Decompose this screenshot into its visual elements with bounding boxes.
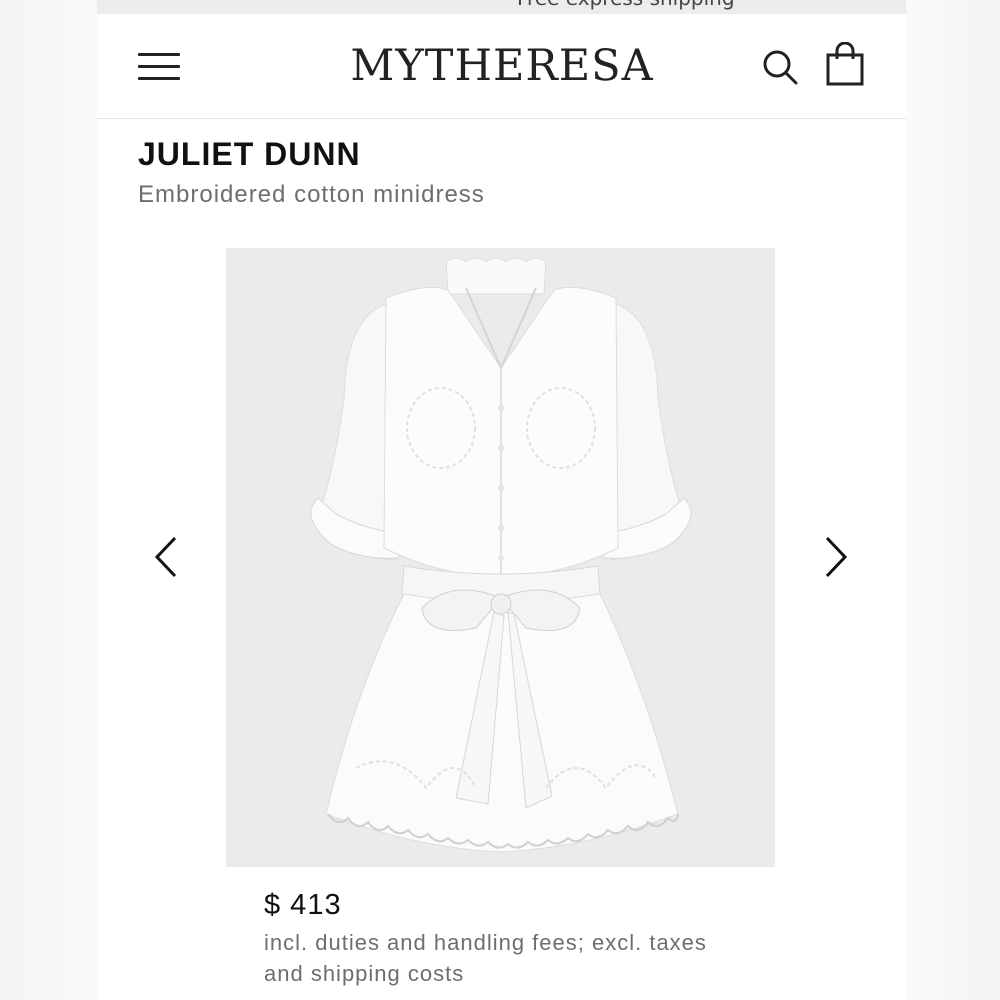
product-image[interactable]	[226, 248, 775, 867]
search-icon[interactable]	[761, 48, 799, 86]
price-note: incl. duties and handling fees; excl. ta…	[264, 930, 707, 986]
screen-background-right	[906, 0, 1000, 1000]
chevron-left-icon[interactable]	[147, 532, 187, 582]
mobile-page: Free express shipping MYTHERESA JULIET D…	[97, 0, 906, 1000]
site-header: MYTHERESA	[97, 14, 906, 119]
top-banner-text: Free express shipping	[517, 0, 735, 10]
shopping-bag-icon[interactable]	[825, 42, 865, 86]
product-brand[interactable]: JULIET DUNN	[138, 136, 361, 173]
site-logo[interactable]: MYTHERESA	[347, 41, 657, 91]
product-price: $ 413	[264, 889, 342, 921]
chevron-right-icon[interactable]	[815, 532, 855, 582]
top-banner: Free express shipping	[97, 0, 906, 14]
product-name: Embroidered cotton minidress	[138, 181, 485, 208]
screen-background-left	[0, 0, 97, 1000]
dress-illustration	[310, 257, 692, 853]
hamburger-menu-icon[interactable]	[138, 51, 182, 83]
